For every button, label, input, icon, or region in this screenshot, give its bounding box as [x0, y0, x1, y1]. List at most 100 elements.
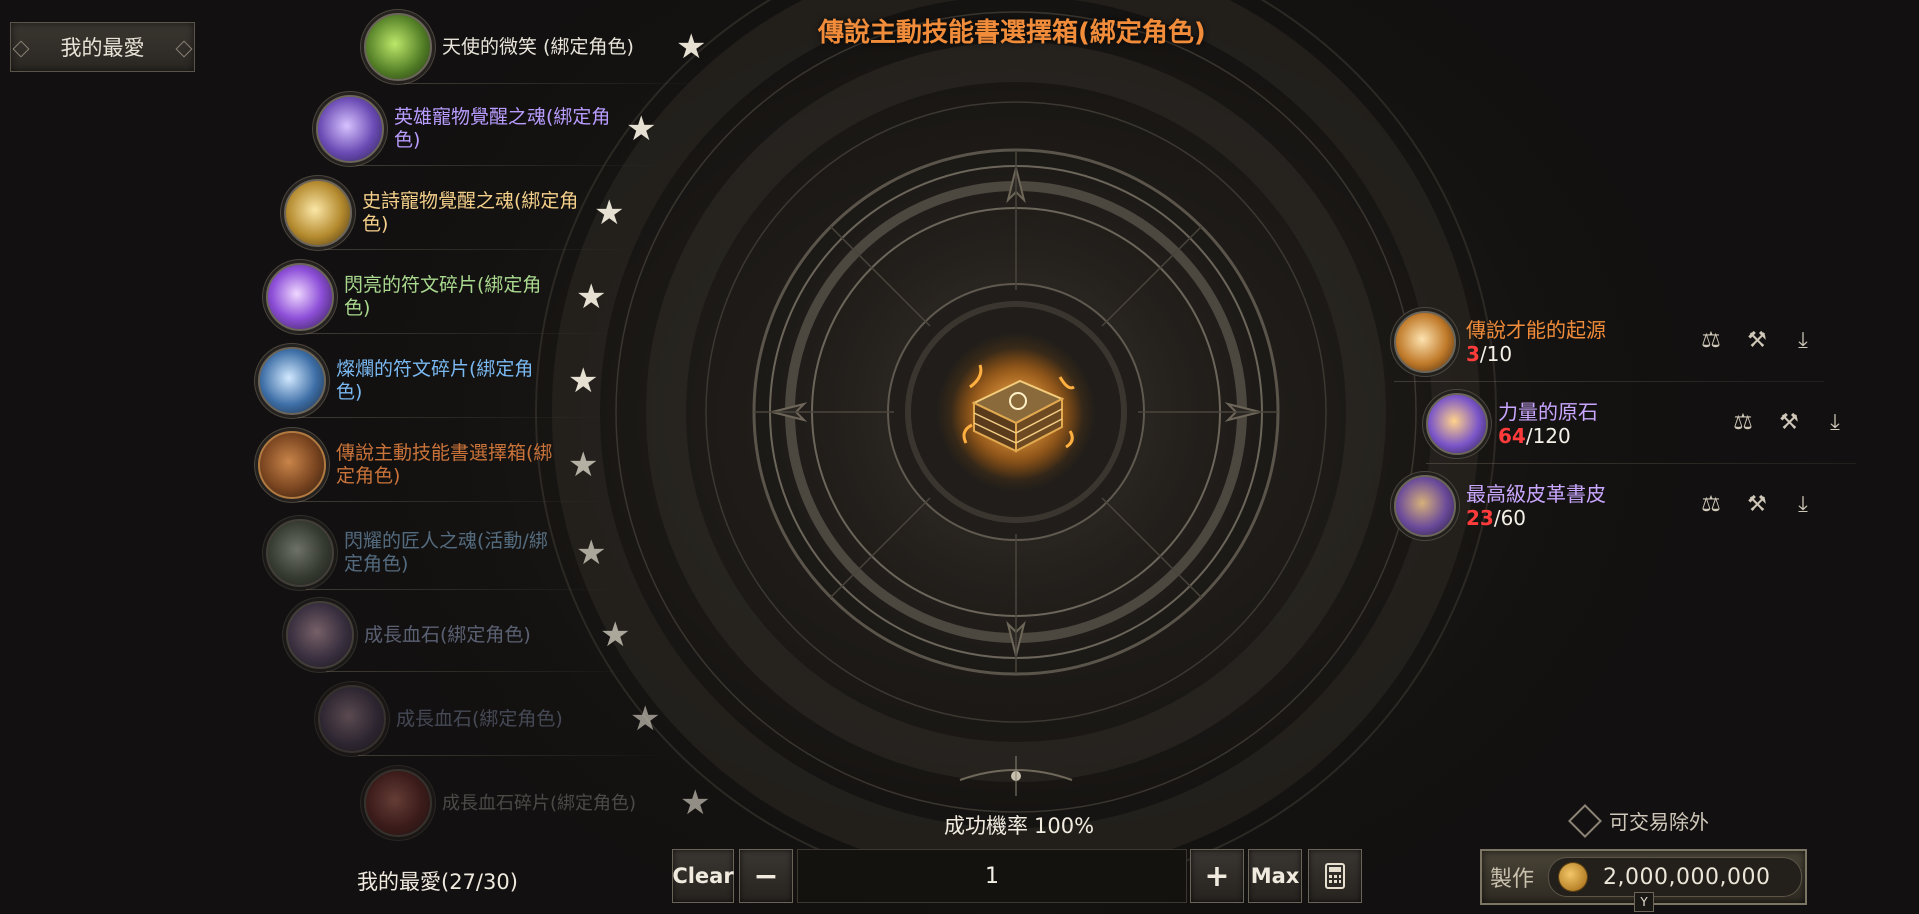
success-rate: 成功機率 100% [944, 810, 1094, 840]
row-divider [326, 671, 638, 672]
hammer-icon[interactable]: ⚒ [1745, 328, 1769, 354]
star-icon[interactable]: ★ [568, 448, 598, 482]
max-button[interactable]: Max [1248, 849, 1302, 903]
gold-coin-icon [1559, 863, 1588, 891]
row-divider [306, 589, 618, 590]
favorite-item[interactable]: 閃耀的匠人之魂(活動/綁定角色) ★ [266, 514, 618, 592]
row-divider [298, 417, 610, 418]
row-divider [298, 501, 610, 502]
leather-cover-icon [1394, 475, 1456, 537]
decrease-button[interactable]: − [739, 849, 793, 903]
favorite-item[interactable]: 成長血石(綁定角色) ★ [286, 596, 638, 674]
quantity-input[interactable]: 1 [797, 849, 1187, 903]
page-title: 傳說主動技能書選擇箱(綁定角色) [818, 18, 1206, 48]
scale-icon[interactable]: ⚖ [1699, 492, 1723, 518]
material-have: 3 [1466, 342, 1480, 366]
power-stone-icon [1426, 393, 1488, 455]
star-icon[interactable]: ★ [576, 536, 606, 570]
favorite-item[interactable]: 燦爛的符文碎片(綁定角色) ★ [258, 342, 610, 420]
clear-button[interactable]: Clear [672, 849, 734, 903]
material-quantity: 64/120 [1498, 424, 1598, 448]
crafting-screen: 我的最愛 傳說主動技能書選擇箱(綁定角色) 天使的微笑 (綁定角色) ★ 英雄寵… [0, 0, 1919, 914]
hammer-icon[interactable]: ⚒ [1777, 410, 1801, 436]
material-row: 力量的原石 64/120 ⚖ ⚒ ⤓ [1426, 388, 1856, 464]
acquire-icon[interactable]: ⤓ [1791, 328, 1815, 354]
increase-button[interactable]: + [1190, 849, 1244, 903]
star-icon[interactable]: ★ [568, 364, 598, 398]
scale-icon[interactable]: ⚖ [1731, 410, 1755, 436]
row-divider [356, 165, 668, 166]
bloodstone-icon [286, 601, 354, 669]
ornament-right-icon [175, 40, 193, 58]
selected-item-skill-book-box [950, 347, 1084, 481]
key-hint-y: Y [1634, 892, 1654, 912]
purple-orb-icon [316, 95, 384, 163]
skill-book-box-icon [951, 348, 1083, 480]
row-divider [306, 333, 618, 334]
material-need: /10 [1479, 342, 1513, 366]
purple-rune-shard-icon [266, 263, 334, 331]
favorite-item[interactable]: 成長血石(綁定角色) ★ [318, 680, 670, 758]
artisan-soul-icon [266, 519, 334, 587]
material-have: 64 [1498, 424, 1526, 448]
star-icon[interactable]: ★ [676, 30, 706, 64]
skill-book-box-icon [258, 431, 326, 499]
blue-rune-shard-icon [258, 347, 326, 415]
row-divider [1426, 463, 1856, 464]
craft-cost: 2,000,000,000 [1548, 857, 1803, 897]
favorite-item[interactable]: 天使的微笑 (綁定角色) ★ [364, 8, 709, 86]
star-icon[interactable]: ★ [594, 196, 624, 230]
scale-icon[interactable]: ⚖ [1699, 328, 1723, 354]
star-icon[interactable]: ★ [680, 786, 710, 820]
material-name: 最高級皮革書皮 [1466, 482, 1606, 506]
row-divider [324, 249, 636, 250]
bloodstone-icon [318, 685, 386, 753]
favorite-item-name: 史詩寵物覺醒之魂(綁定角色) [362, 190, 579, 235]
material-name: 力量的原石 [1498, 400, 1598, 424]
favorite-item-selected[interactable]: 傳說主動技能書選擇箱(綁定角色) ★ [258, 426, 610, 504]
calculator-icon [1325, 863, 1345, 889]
acquire-icon[interactable]: ⤓ [1823, 410, 1847, 436]
golden-orb-icon [284, 179, 352, 247]
material-need: /60 [1493, 506, 1527, 530]
material-need: /120 [1525, 424, 1571, 448]
hammer-icon[interactable]: ⚒ [1745, 492, 1769, 518]
checkbox-diamond-icon[interactable] [1568, 803, 1602, 838]
craft-cost-amount: 2,000,000,000 [1603, 864, 1771, 890]
favorite-item-name: 閃亮的符文碎片(綁定角色) [344, 274, 542, 319]
exclude-tradable-toggle[interactable]: 可交易除外 [1568, 803, 1709, 838]
row-divider [358, 755, 670, 756]
favorite-item[interactable]: 成長血石碎片(綁定角色) ★ [364, 764, 716, 842]
favorite-item-name: 成長血石(綁定角色) [396, 707, 563, 730]
material-quantity: 23/60 [1466, 506, 1606, 530]
talent-origin-icon [1394, 311, 1456, 373]
success-rate-value: 100% [1034, 814, 1095, 838]
material-row: 傳說才能的起源 3/10 ⚖ ⚒ ⤓ [1394, 306, 1824, 382]
star-icon[interactable]: ★ [626, 112, 656, 146]
row-divider [404, 83, 709, 84]
favorite-item[interactable]: 閃亮的符文碎片(綁定角色) ★ [266, 258, 618, 336]
favorite-item-name: 英雄寵物覺醒之魂(綁定角色) [394, 106, 611, 151]
favorite-item-name: 閃耀的匠人之魂(活動/綁定角色) [344, 530, 548, 575]
row-divider [1394, 381, 1824, 382]
star-icon[interactable]: ★ [630, 702, 660, 736]
favorites-tab[interactable]: 我的最愛 [10, 22, 195, 72]
material-have: 23 [1466, 506, 1494, 530]
favorite-item[interactable]: 英雄寵物覺醒之魂(綁定角色) ★ [316, 90, 668, 168]
favorite-item-name: 成長血石碎片(綁定角色) [442, 792, 637, 814]
star-icon[interactable]: ★ [600, 618, 630, 652]
material-row: 最高級皮革書皮 23/60 ⚖ ⚒ ⤓ [1394, 470, 1824, 542]
star-icon[interactable]: ★ [576, 280, 606, 314]
material-quantity: 3/10 [1466, 342, 1606, 366]
favorites-count: 我的最愛(27/30) [357, 870, 518, 894]
favorite-item[interactable]: 史詩寵物覺醒之魂(綁定角色) ★ [284, 174, 636, 252]
material-name: 傳說才能的起源 [1466, 318, 1606, 342]
ornament-left-icon [12, 40, 30, 58]
favorite-item-name: 傳說主動技能書選擇箱(綁定角色) [336, 442, 553, 487]
success-rate-label: 成功機率 [944, 814, 1028, 838]
favorite-item-name: 成長血石(綁定角色) [364, 623, 531, 646]
calculator-button[interactable] [1308, 849, 1362, 903]
bloodstone-fragment-icon [364, 769, 432, 837]
favorite-item-name: 燦爛的符文碎片(綁定角色) [336, 358, 534, 403]
acquire-icon[interactable]: ⤓ [1791, 492, 1815, 518]
